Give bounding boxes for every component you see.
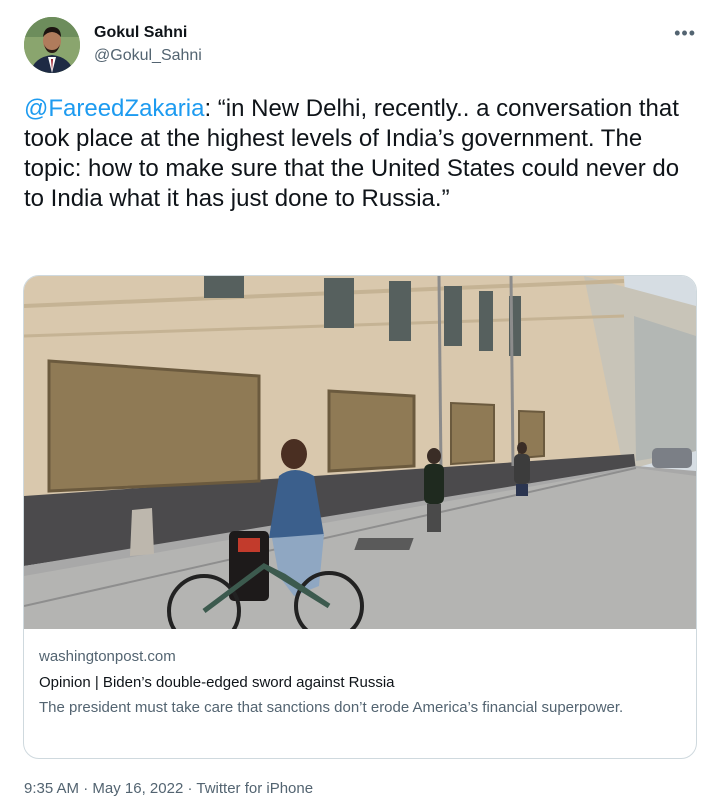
card-meta: washingtonpost.com Opinion | Biden’s dou…	[39, 647, 684, 719]
tweet-date[interactable]: May 16, 2022	[92, 780, 183, 797]
tweet-source[interactable]: Twitter for iPhone	[196, 780, 313, 797]
author-info: Gokul Sahni @Gokul_Sahni	[94, 23, 202, 66]
tweet-text: @FareedZakaria: “in New Delhi, recently.…	[24, 94, 684, 214]
meta-separator: ·	[183, 780, 197, 797]
avatar[interactable]	[24, 17, 80, 73]
mention-link[interactable]: @FareedZakaria	[24, 95, 204, 122]
link-card[interactable]: washingtonpost.com Opinion | Biden’s dou…	[23, 275, 697, 759]
card-title: Opinion | Biden’s double-edged sword aga…	[39, 674, 395, 691]
meta-separator: ·	[79, 780, 93, 797]
tweet-meta: 9:35 AM · May 16, 2022 · Twitter for iPh…	[24, 779, 313, 799]
card-image	[24, 276, 696, 629]
author-handle[interactable]: @Gokul_Sahni	[94, 46, 202, 66]
tweet-time[interactable]: 9:35 AM	[24, 780, 79, 797]
tweet-header: Gokul Sahni @Gokul_Sahni •••	[24, 17, 704, 77]
author-name[interactable]: Gokul Sahni	[94, 23, 202, 43]
card-description: The president must take care that sancti…	[39, 699, 624, 716]
more-horizontal-icon[interactable]: •••	[674, 23, 696, 44]
card-domain: washingtonpost.com	[39, 648, 176, 665]
